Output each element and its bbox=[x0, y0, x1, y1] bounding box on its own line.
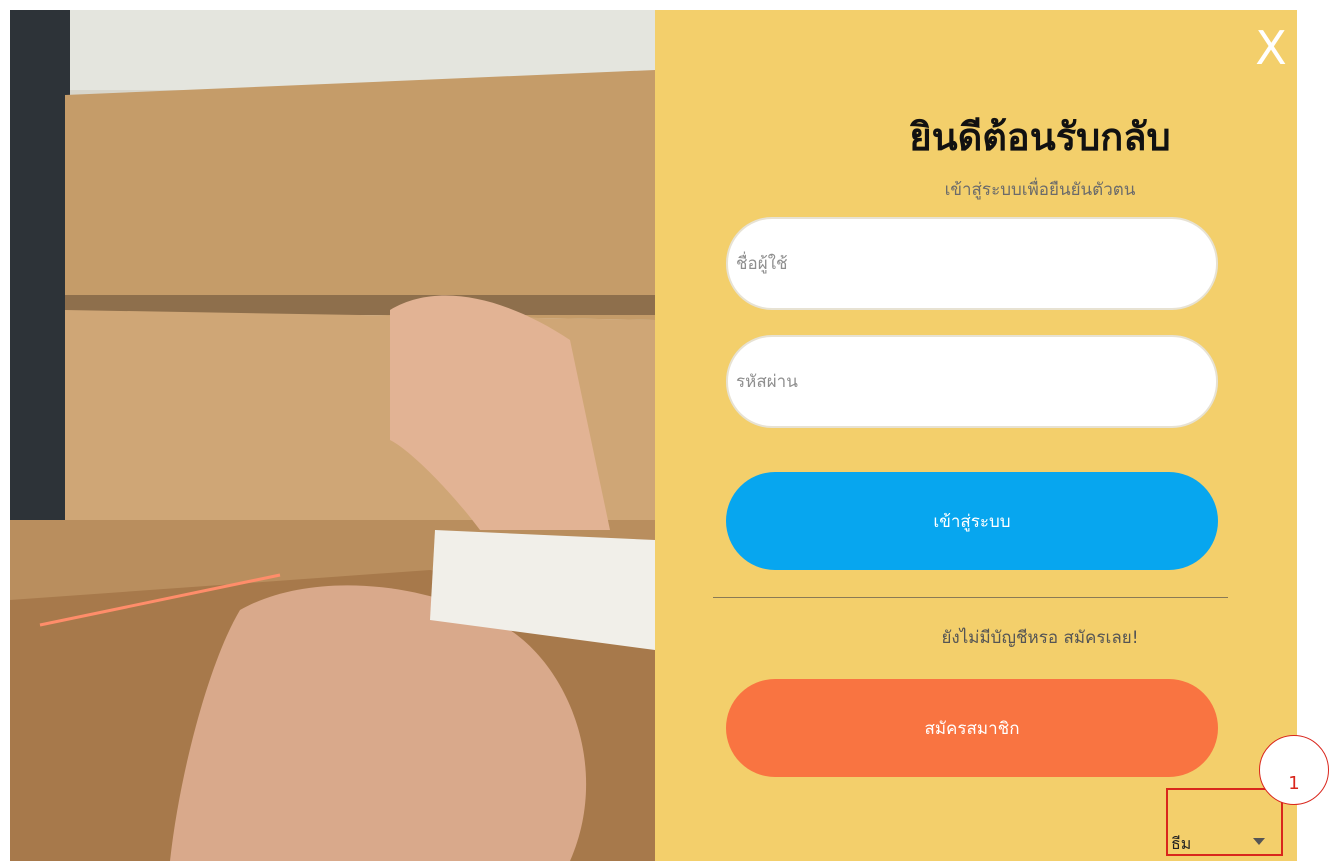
signup-prompt: ยังไม่มีบัญชีหรอ สมัครเลย! bbox=[941, 628, 1139, 648]
hero-image bbox=[10, 10, 655, 861]
caret-down-icon[interactable] bbox=[1253, 838, 1265, 845]
page-title: ยินดีต้อนรับกลับ bbox=[909, 115, 1171, 159]
page-subtitle: เข้าสู่ระบบเพื่อยืนยันตัวตน bbox=[944, 180, 1136, 200]
login-panel: X ยินดีต้อนรับกลับ เข้าสู่ระบบเพื่อยืนยั… bbox=[655, 10, 1297, 861]
close-icon[interactable]: X bbox=[1249, 16, 1293, 80]
package-photo bbox=[10, 10, 655, 861]
username-input[interactable] bbox=[726, 217, 1218, 310]
theme-selector-label[interactable]: ธีม bbox=[1171, 832, 1191, 857]
password-input[interactable] bbox=[726, 335, 1218, 428]
divider bbox=[713, 597, 1228, 598]
login-button[interactable]: เข้าสู่ระบบ bbox=[726, 472, 1218, 570]
annotation-number: 1 bbox=[1288, 773, 1300, 794]
signup-button[interactable]: สมัครสมาชิก bbox=[726, 679, 1218, 777]
